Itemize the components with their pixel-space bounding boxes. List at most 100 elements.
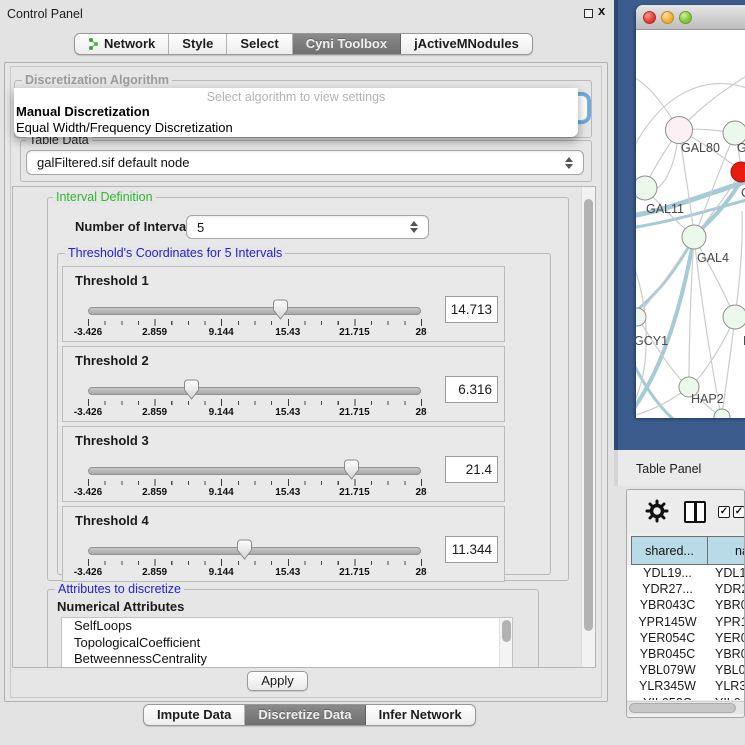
dropdown-prompt: Select algorithm to view settings [14, 88, 578, 104]
table-toolbar: ✓ ✓ [627, 490, 744, 534]
dropdown-option-manual[interactable]: Manual Discretization [14, 104, 578, 120]
tab-jactivemnodules[interactable]: jActiveMNodules [401, 34, 532, 54]
table-row[interactable]: YIL052CYIL0 [627, 695, 745, 701]
float-window-icon[interactable] [584, 9, 593, 18]
slider-major-ticks [88, 479, 422, 486]
column-header-shared-name[interactable]: shared... [631, 536, 708, 565]
cell-name: YBR0 [708, 597, 745, 613]
network-node-label: HAP2 [691, 392, 724, 406]
settings-vertical-scrollbar[interactable] [581, 187, 595, 667]
num-intervals-label: Number of Intervals [75, 219, 197, 234]
close-icon[interactable]: x [598, 3, 605, 18]
table-row[interactable]: YLR345WYLR3 [627, 678, 745, 694]
window-zoom-icon[interactable] [679, 11, 692, 24]
slider-tick-label: 28 [415, 567, 426, 578]
tab-label: Network [104, 34, 155, 54]
cell-shared-name: YIL052C [627, 695, 708, 701]
cell-name: YIL0 [708, 695, 745, 701]
threshold-label: Threshold 2 [75, 353, 149, 368]
numerical-attributes-list[interactable]: SelfLoopsTopologicalCoefficientBetweenne… [61, 617, 513, 668]
tab-network[interactable]: Network [75, 34, 169, 54]
network-canvas[interactable]: GAL80GCGAL11GAL4GCY1HHAP2 [636, 31, 745, 418]
table-horizontal-scrollbar[interactable] [627, 701, 745, 714]
threshold-row: Threshold 4-3.4262.8599.14415.4321.71528… [62, 506, 505, 582]
threshold-slider-track[interactable] [88, 387, 421, 395]
threshold-value-field[interactable]: 21.4 [445, 456, 498, 483]
network-graph: GAL80GCGAL11GAL4GCY1HHAP2 [636, 31, 745, 418]
tab-label: Infer Network [379, 705, 462, 725]
network-node[interactable] [723, 305, 745, 329]
cell-shared-name: YBR043C [627, 597, 708, 613]
algorithm-group-title: Discretization Algorithm [22, 73, 172, 87]
attribute-list-item[interactable]: TopologicalCoefficient [62, 635, 512, 652]
num-intervals-select[interactable]: 5 [186, 215, 429, 239]
algorithm-dropdown-popup: Select algorithm to view settings Manual… [14, 88, 578, 137]
threshold-slider-track[interactable] [88, 547, 421, 555]
scrollbar-thumb[interactable] [629, 703, 736, 713]
table-row[interactable]: YBL079WYBL0 [627, 662, 745, 678]
slider-tick-label: 28 [415, 327, 426, 338]
tab-discretize-data[interactable]: Discretize Data [245, 705, 365, 725]
settings-scroll-region: Interval Definition Number of Intervals … [12, 186, 596, 668]
table-panel-titlebar: Table Panel [614, 450, 745, 486]
attribute-list-item[interactable]: BetweennessCentrality [62, 651, 512, 668]
network-node[interactable] [714, 409, 730, 418]
threshold-slider-track[interactable] [88, 467, 421, 475]
table-panel-title: Table Panel [636, 462, 701, 476]
scrollbar-thumb[interactable] [502, 620, 511, 642]
table-row[interactable]: YDR27...YDR2 [627, 581, 745, 597]
network-node[interactable] [666, 117, 693, 144]
threshold-label: Threshold 3 [75, 433, 149, 448]
threshold-row: Threshold 3-3.4262.8599.14415.4321.71528… [62, 426, 505, 502]
tab-select[interactable]: Select [227, 34, 292, 54]
network-node[interactable] [636, 176, 657, 200]
slider-tick-label: 28 [415, 407, 426, 418]
panel-title: Control Panel [7, 7, 83, 21]
attributes-group-title: Attributes to discretize [55, 582, 184, 596]
threshold-value-field[interactable]: 11.344 [445, 536, 498, 563]
num-intervals-value: 5 [197, 220, 204, 235]
tab-impute-data[interactable]: Impute Data [144, 705, 245, 725]
checkbox-checked-icon[interactable]: ✓ [733, 506, 745, 518]
threshold-row: Threshold 1-3.4262.8599.14415.4321.71528… [62, 266, 505, 342]
threshold-slider-track[interactable] [88, 307, 421, 315]
window-close-icon[interactable] [643, 11, 656, 24]
attribute-list-item[interactable]: SelfLoops [62, 618, 512, 635]
network-window-titlebar[interactable] [636, 5, 745, 30]
table-row[interactable]: YDL19...YDL1 [627, 565, 745, 581]
cell-name: YDR2 [708, 581, 745, 597]
tab-style[interactable]: Style [169, 34, 227, 54]
tab-cyni-toolbox[interactable]: Cyni Toolbox [293, 34, 401, 54]
slider-tick-label: 2.859 [142, 487, 167, 498]
cell-name: YER0 [708, 630, 745, 646]
cell-shared-name: YBL079W [627, 662, 708, 678]
column-header-name[interactable]: na [708, 536, 745, 565]
slider-tick-label: 2.859 [142, 327, 167, 338]
slider-tick-label: 21.715 [339, 567, 370, 578]
slider-tick-label: 15.43 [275, 487, 300, 498]
split-columns-icon[interactable] [684, 501, 706, 523]
tab-label: Style [182, 34, 213, 54]
gear-icon[interactable] [645, 499, 669, 523]
cell-shared-name: YLR345W [627, 678, 708, 694]
window-minimize-icon[interactable] [661, 11, 674, 24]
dropdown-option-equal-width[interactable]: Equal Width/Frequency Discretization [14, 120, 578, 136]
network-window[interactable]: GAL80GCGAL11GAL4GCY1HHAP2 [636, 5, 745, 418]
table-data-select[interactable]: galFiltered.sif default node [26, 150, 584, 175]
table-row[interactable]: YBR045CYBR0 [627, 646, 745, 662]
cell-shared-name: YPR145W [627, 614, 708, 630]
cell-name: YLR3 [708, 678, 745, 694]
checkbox-checked-icon[interactable]: ✓ [718, 506, 730, 518]
table-row[interactable]: YBR043CYBR0 [627, 597, 745, 613]
network-node[interactable] [682, 225, 706, 249]
attributes-scrollbar[interactable] [499, 618, 512, 668]
threshold-value-field[interactable]: 14.713 [445, 296, 498, 323]
network-view-area: GAL80GCGAL11GAL4GCY1HHAP2 [614, 0, 745, 450]
tab-infer-network[interactable]: Infer Network [366, 705, 475, 725]
scrollbar-thumb[interactable] [584, 199, 593, 631]
table-row[interactable]: YER054CYER0 [627, 630, 745, 646]
slider-tick-label: -3.426 [74, 487, 102, 498]
apply-button[interactable]: Apply [247, 671, 308, 691]
threshold-value-field[interactable]: 6.316 [445, 376, 498, 403]
table-row[interactable]: YPR145WYPR1 [627, 614, 745, 630]
